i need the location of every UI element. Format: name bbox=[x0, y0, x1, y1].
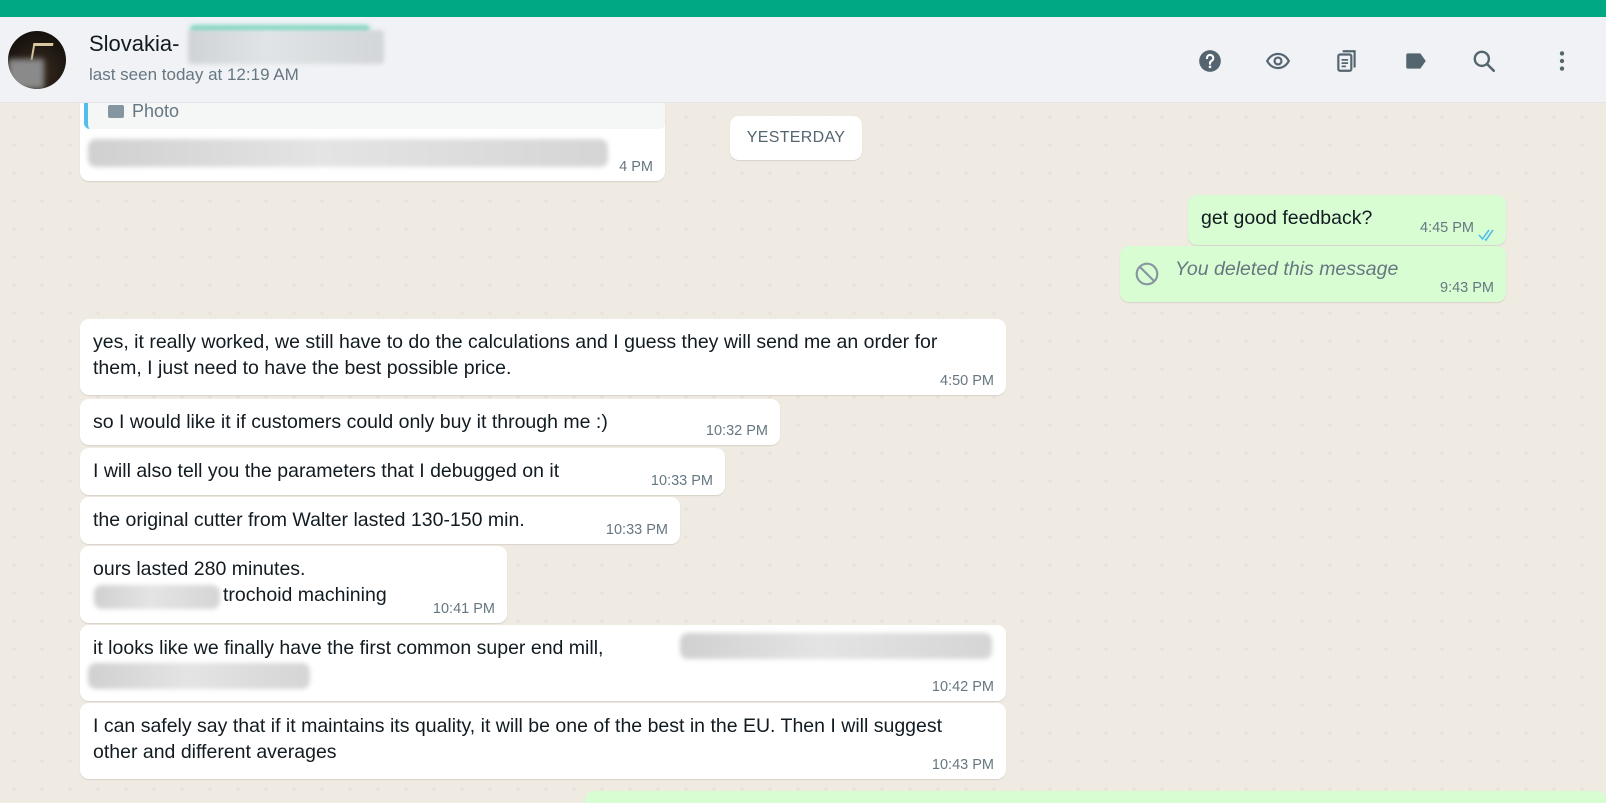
message-bubble-outgoing-partial[interactable] bbox=[585, 791, 1606, 803]
message-time: 10:33 PM bbox=[605, 522, 668, 538]
last-seen-status: last seen today at 12:19 AM bbox=[89, 65, 299, 84]
menu-dots-icon[interactable] bbox=[1548, 47, 1576, 75]
message-time: 4:45 PM bbox=[1420, 220, 1474, 236]
message-text: it looks like we finally have the first … bbox=[93, 637, 604, 659]
eye-icon[interactable] bbox=[1264, 47, 1292, 75]
message-time: 10:33 PM bbox=[650, 473, 713, 489]
message-bubble-outgoing[interactable]: get good feedback? 4:45 PM bbox=[1188, 195, 1506, 245]
message-bubble-incoming[interactable]: I will also tell you the parameters that… bbox=[80, 448, 725, 495]
message-time: 10:42 PM bbox=[931, 679, 994, 695]
contact-name[interactable]: Slovakia- bbox=[89, 31, 179, 57]
message-text: I can safely say that if it maintains it… bbox=[93, 715, 943, 763]
message-bubble-incoming[interactable]: I can safely say that if it maintains it… bbox=[80, 703, 1006, 779]
message-time: 4 PM bbox=[619, 159, 653, 175]
message-list[interactable]: Photo 4 PM YESTERDAY get good feedback? … bbox=[0, 103, 1606, 803]
message-text: get good feedback? bbox=[1201, 207, 1373, 229]
help-icon[interactable] bbox=[1196, 47, 1224, 75]
message-bubble-incoming[interactable]: it looks like we finally have the first … bbox=[80, 625, 1006, 701]
message-text: the original cutter from Walter lasted 1… bbox=[93, 509, 525, 531]
date-separator: YESTERDAY bbox=[730, 116, 862, 160]
label-icon[interactable] bbox=[1402, 47, 1430, 75]
quoted-message[interactable]: Photo bbox=[84, 103, 665, 129]
search-icon[interactable] bbox=[1470, 47, 1498, 75]
message-bubble-incoming[interactable]: the original cutter from Walter lasted 1… bbox=[80, 497, 680, 544]
message-text: You deleted this message bbox=[1175, 258, 1399, 280]
message-bubble-incoming[interactable]: yes, it really worked, we still have to … bbox=[80, 319, 1006, 395]
message-text: yes, it really worked, we still have to … bbox=[93, 331, 938, 379]
avatar-blur-redaction bbox=[8, 59, 44, 89]
camera-icon bbox=[108, 105, 124, 118]
app-top-accent-bar bbox=[0, 0, 1606, 17]
deleted-message-icon bbox=[1134, 261, 1160, 287]
text-redaction bbox=[680, 633, 992, 659]
text-redaction bbox=[88, 139, 608, 167]
message-bubble-outgoing-deleted[interactable]: You deleted this message 9:43 PM bbox=[1120, 246, 1506, 302]
message-bubble-incoming[interactable]: ours lasted 280 minutes. trochoid machin… bbox=[80, 546, 507, 623]
clipboard-icon[interactable] bbox=[1333, 47, 1361, 75]
message-time: 4:50 PM bbox=[940, 373, 994, 389]
avatar[interactable] bbox=[8, 31, 66, 89]
quoted-photo-label: Photo bbox=[132, 103, 180, 121]
name-redaction bbox=[188, 30, 384, 64]
chat-header: Slovakia- last seen today at 12:19 AM bbox=[0, 17, 1606, 103]
message-text: ours lasted 280 minutes. bbox=[93, 558, 306, 580]
double-check-read-icon bbox=[1478, 223, 1498, 242]
message-time: 10:41 PM bbox=[432, 601, 495, 617]
message-bubble-incoming[interactable]: Photo 4 PM bbox=[80, 103, 665, 181]
message-time: 10:32 PM bbox=[705, 423, 768, 439]
text-redaction bbox=[94, 585, 220, 609]
message-bubble-incoming[interactable]: so I would like it if customers could on… bbox=[80, 399, 780, 445]
text-redaction bbox=[88, 663, 310, 689]
message-text: I will also tell you the parameters that… bbox=[93, 460, 560, 482]
message-time: 10:43 PM bbox=[931, 757, 994, 773]
message-text-line-2: trochoid machining bbox=[223, 584, 387, 606]
message-text: so I would like it if customers could on… bbox=[93, 411, 608, 433]
message-time: 9:43 PM bbox=[1440, 280, 1494, 296]
avatar-photo-detail bbox=[30, 43, 54, 60]
